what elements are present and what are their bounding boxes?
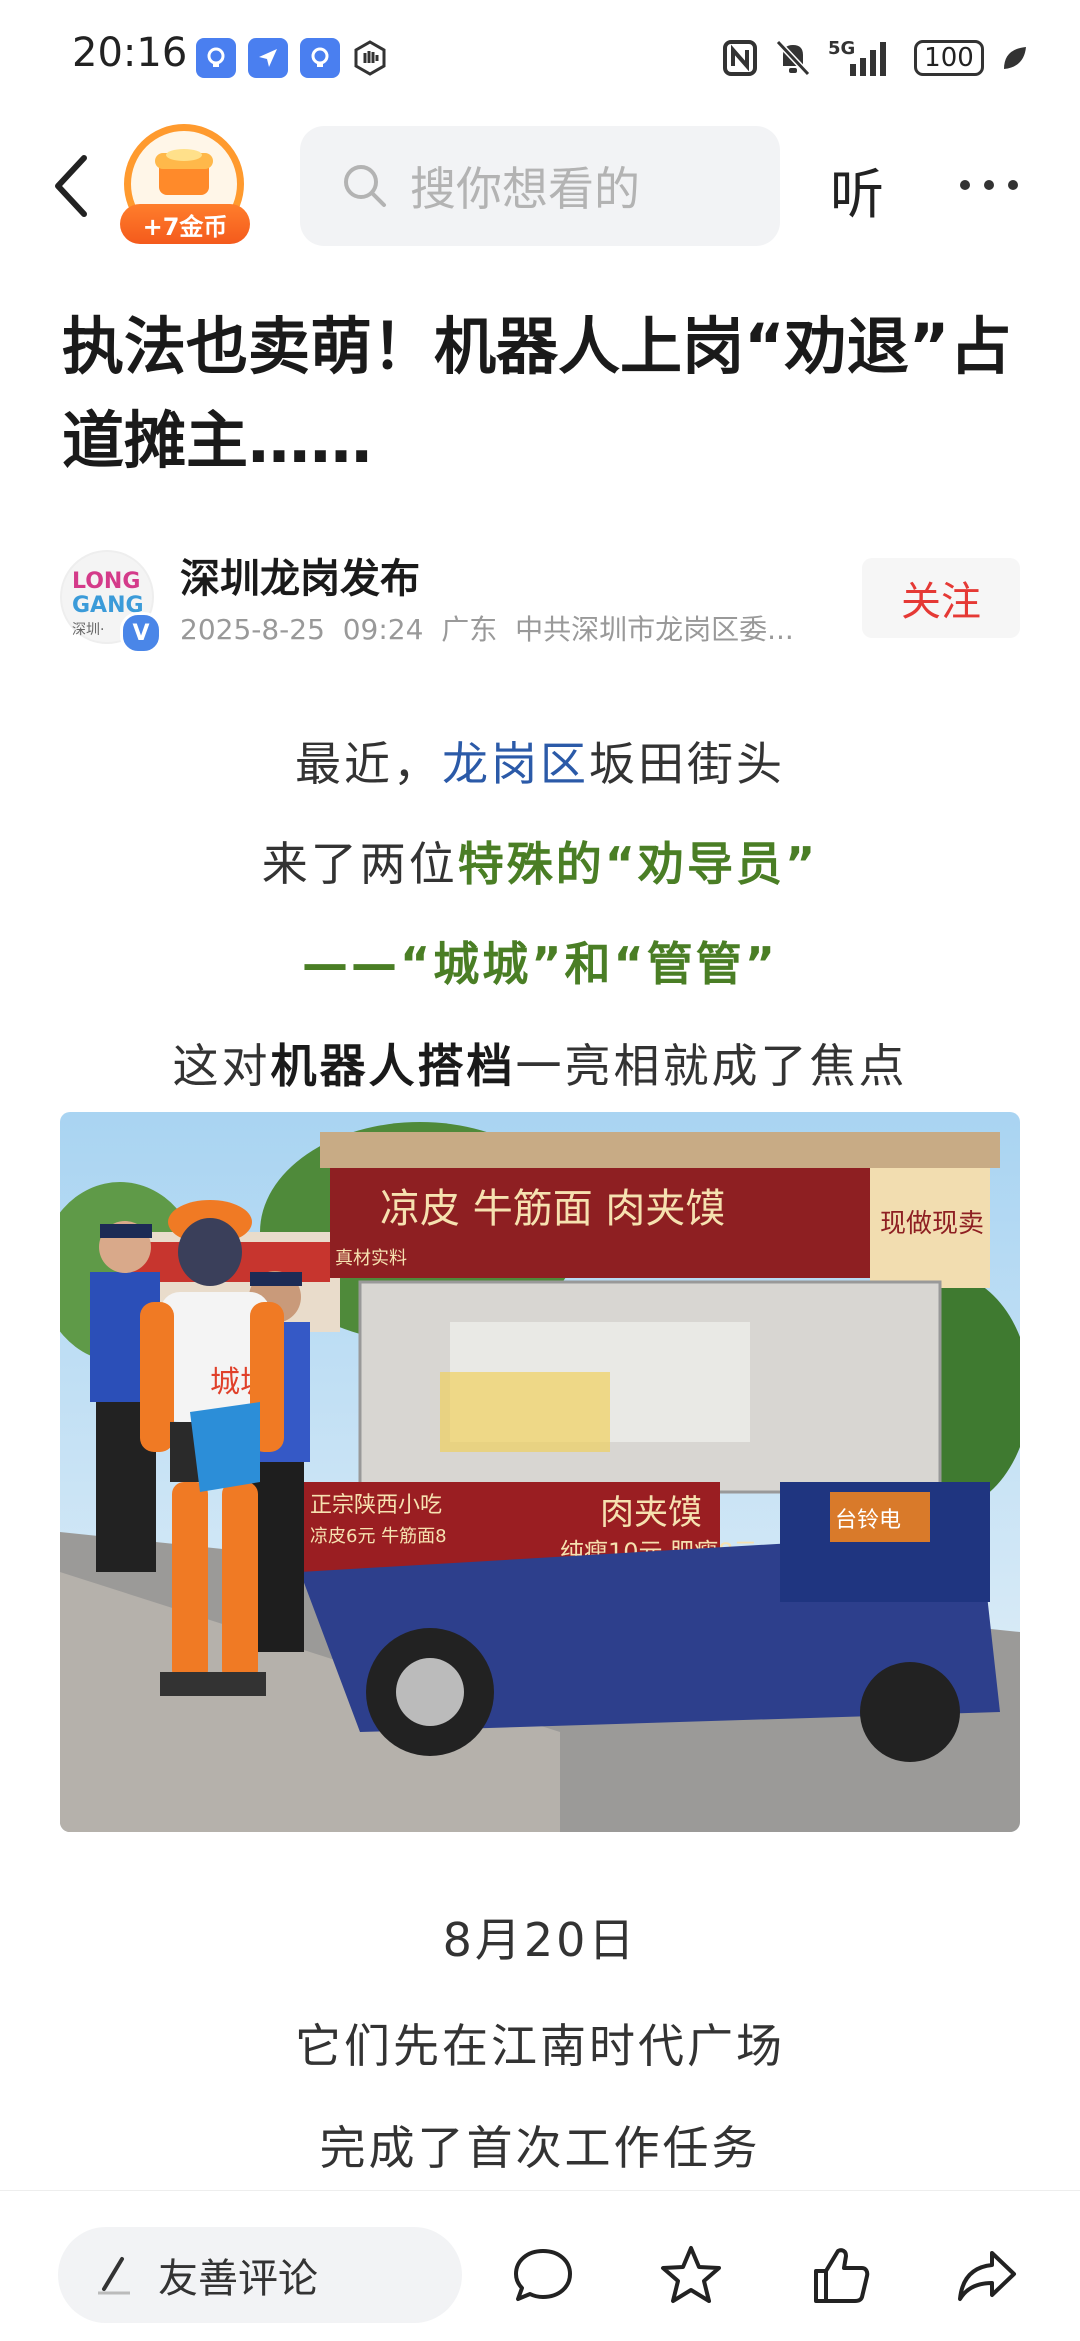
location-link[interactable]: 龙岗区 <box>442 737 589 791</box>
location-arrow-icon <box>248 38 288 78</box>
dot-icon <box>960 180 970 190</box>
follow-button[interactable]: 关注 <box>862 558 1020 638</box>
verified-badge: V <box>120 612 162 654</box>
highlight-text: 特殊的“劝导员” <box>457 837 819 891</box>
cart-brand: 台铃电 <box>835 1508 901 1533</box>
cart-left-sign-2: 凉皮6元 牛筋面8 <box>310 1526 447 1547</box>
body-line-3: ——“城城”和“管管” <box>302 937 778 991</box>
nfc-icon <box>723 40 757 76</box>
avatar-logo-top: LONG <box>72 569 141 594</box>
body-text: 一亮相就成了焦点 <box>515 1039 908 1093</box>
cart-sign: 肉夹馍 <box>600 1493 702 1533</box>
cart-left-sign: 正宗陕西小吃 <box>310 1493 442 1518</box>
comment-placeholder: 友善评论 <box>158 2256 318 2302</box>
share-button[interactable] <box>952 2241 1022 2311</box>
back-button[interactable] <box>48 150 96 222</box>
dot-icon <box>1008 180 1018 190</box>
app-notification-icon <box>196 38 236 78</box>
publish-time: 09:24 <box>342 613 424 646</box>
article-title: 执法也卖萌！机器人上岗“劝退”占道摊主…… <box>62 310 1012 477</box>
author-org: 中共深圳市龙岗区委... <box>515 613 794 646</box>
search-icon <box>344 165 386 207</box>
status-time: 20:16 <box>72 30 188 76</box>
sign-side-2: 真材实料 <box>335 1248 407 1269</box>
dot-icon <box>984 180 994 190</box>
author-meta: 2025-8-25 09:24 广东 中共深圳市龙岗区委... <box>180 608 820 648</box>
status-right-group: 5G 100 <box>722 36 1030 80</box>
publish-location: 广东 <box>441 613 498 646</box>
sign-main: 凉皮 牛筋面 肉夹馍 <box>380 1186 725 1232</box>
status-bar: 20:16 5G 100 <box>0 0 1080 120</box>
comment-input[interactable]: 友善评论 <box>58 2227 462 2323</box>
star-icon <box>661 2246 721 2303</box>
signal-icon: 5G <box>828 38 898 78</box>
body-line-5: 8月20日 <box>442 1913 638 1967</box>
search-input[interactable]: 搜你想看的 <box>300 126 780 246</box>
app-notification-icon-2 <box>300 38 340 78</box>
article-photo[interactable]: 凉皮 牛筋面 肉夹馍 现做现卖 真材实料 正宗陕西小吃 凉皮6元 牛筋面8 肉夹… <box>60 1112 1020 1832</box>
leaf-icon <box>1004 47 1026 69</box>
body-line-7: 完成了首次工作任务 <box>319 2121 761 2175</box>
bold-text: 机器人搭档 <box>270 1039 516 1093</box>
pen-icon <box>98 2257 130 2295</box>
coin-reward-badge[interactable]: +7金币 <box>120 124 250 248</box>
favorite-button[interactable] <box>656 2241 726 2311</box>
comment-button[interactable] <box>508 2241 578 2311</box>
body-line-1: 最近，龙岗区坂田街头 <box>0 728 1080 794</box>
mute-bell-icon <box>775 39 811 77</box>
thumbs-up-icon <box>814 2248 870 2303</box>
chevron-left-icon <box>55 155 87 217</box>
street-scene-illustration: 凉皮 牛筋面 肉夹馍 现做现卖 真材实料 正宗陕西小吃 凉皮6元 牛筋面8 肉夹… <box>60 1112 1020 1832</box>
hand-icon <box>350 38 390 78</box>
body-text: 这对 <box>172 1039 271 1093</box>
body-text: 最近， <box>295 737 442 791</box>
sign-side: 现做现卖 <box>880 1209 984 1239</box>
body-line-2: 来了两位特殊的“劝导员” <box>0 828 1080 894</box>
share-arrow-icon <box>958 2251 1016 2301</box>
bottom-action-bar: 友善评论 <box>0 2190 1080 2341</box>
coin-label: +7金币 <box>120 204 250 244</box>
chat-bubble-icon <box>514 2249 572 2301</box>
body-line-6: 它们先在江南时代广场 <box>295 2019 785 2073</box>
like-button[interactable] <box>806 2241 876 2311</box>
more-options-button[interactable] <box>960 160 1030 210</box>
publish-date: 2025-8-25 <box>180 613 325 646</box>
search-placeholder: 搜你想看的 <box>410 162 640 216</box>
body-text: 来了两位 <box>261 837 458 891</box>
author-name[interactable]: 深圳龙岗发布 <box>180 546 420 604</box>
body-line-4: 这对机器人搭档一亮相就成了焦点 <box>0 1030 1080 1096</box>
battery-indicator: 100 <box>914 40 984 76</box>
listen-button[interactable]: 听 <box>830 150 884 229</box>
body-text: 坂田街头 <box>589 737 785 791</box>
